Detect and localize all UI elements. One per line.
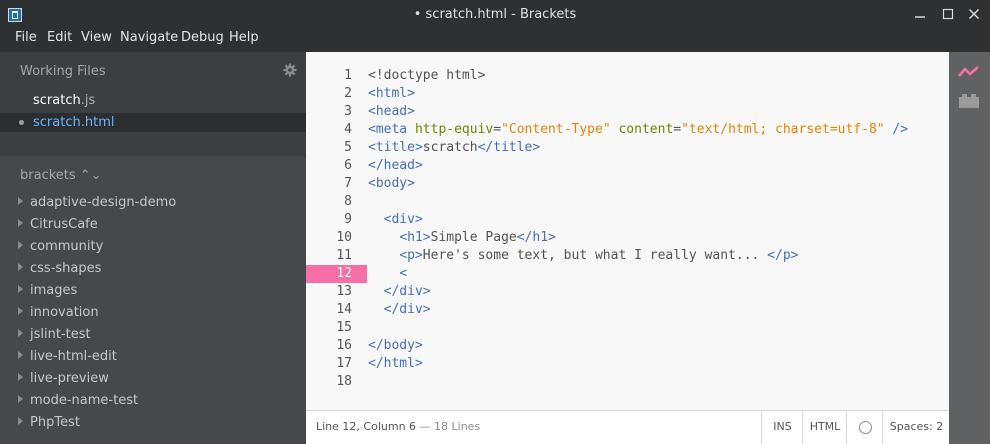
code-line[interactable]: <head>: [368, 103, 415, 121]
tree-folder[interactable]: live-preview: [18, 369, 109, 389]
file-name: scratch.js: [33, 93, 96, 108]
code-line[interactable]: <html>: [368, 85, 415, 103]
menu-bar: File Edit View Navigate Debug Help: [0, 30, 306, 52]
line-number: 3: [344, 104, 352, 119]
unsaved-dot-icon: [19, 120, 24, 125]
line-number: 7: [344, 176, 352, 191]
folder-collapsed-icon: [18, 285, 23, 293]
line-number: 9: [344, 212, 352, 227]
line-number: 13: [336, 284, 352, 299]
line-number: 5: [344, 140, 352, 155]
close-button[interactable]: [962, 4, 986, 26]
line-number: 18: [336, 374, 352, 389]
line-number: 11: [336, 248, 352, 263]
working-files-header: Working Files: [20, 64, 106, 79]
line-number-gutter: 1 2 3 4 5 6 7 8 9 10 11 12 13 14 15 16 17 18: [306, 52, 367, 410]
line-number: 12: [306, 265, 367, 283]
line-number: 6: [344, 158, 352, 173]
code-line[interactable]: <title>scratch</title>: [368, 139, 540, 157]
window-title: • scratch.html - Brackets: [413, 7, 577, 22]
folder-collapsed-icon: [18, 241, 23, 249]
menu-edit[interactable]: Edit: [47, 30, 72, 46]
folder-collapsed-icon: [18, 329, 23, 337]
menu-help[interactable]: Help: [229, 30, 259, 46]
tree-folder[interactable]: community: [18, 237, 103, 257]
menu-bar-filler: [306, 30, 990, 52]
file-name: scratch.html: [33, 115, 115, 130]
tree-folder[interactable]: css-shapes: [18, 259, 101, 279]
menu-debug[interactable]: Debug: [181, 30, 224, 46]
indent-spaces[interactable]: Spaces: 2: [882, 411, 950, 444]
right-toolbar: [949, 52, 990, 444]
code-line[interactable]: <p>Here's some text, but what I really w…: [368, 247, 798, 265]
gear-icon[interactable]: [283, 63, 297, 77]
folder-collapsed-icon: [18, 351, 23, 359]
line-number: 8: [344, 194, 352, 209]
code-line[interactable]: </html>: [368, 355, 423, 373]
line-number: 15: [336, 320, 352, 335]
menu-file[interactable]: File: [15, 30, 37, 46]
working-file-scratch-html[interactable]: scratch.html: [0, 113, 315, 132]
project-dropdown[interactable]: brackets ⌃⌄: [20, 168, 102, 183]
tree-folder[interactable]: mode-name-test: [18, 391, 138, 411]
code-line[interactable]: </div>: [368, 301, 431, 319]
extension-manager-icon[interactable]: [958, 93, 980, 111]
folder-collapsed-icon: [18, 307, 23, 315]
insert-mode-toggle[interactable]: INS: [761, 411, 803, 444]
line-number: 4: [344, 122, 352, 137]
code-editor[interactable]: 1 2 3 4 5 6 7 8 9 10 11 12 13 14 15 16 17 18 <!doctype ht…: [306, 52, 949, 410]
lint-status-icon: [858, 420, 872, 434]
code-line[interactable]: <: [368, 265, 407, 283]
code-line[interactable]: </div>: [368, 283, 431, 301]
line-number: 14: [336, 302, 352, 317]
status-bar: Line 12, Column 6 — 18 Lines INS HTML Sp…: [306, 410, 949, 444]
sidebar: Working Files scratch.js scratch.html br…: [0, 52, 315, 444]
maximize-button[interactable]: [936, 4, 960, 26]
folder-collapsed-icon: [18, 373, 23, 381]
folder-collapsed-icon: [18, 263, 23, 271]
line-number: 2: [344, 86, 352, 101]
folder-collapsed-icon: [18, 219, 23, 227]
tree-folder[interactable]: CitrusCafe: [18, 215, 98, 235]
code-line[interactable]: <h1>Simple Page</h1>: [368, 229, 556, 247]
folder-collapsed-icon: [18, 395, 23, 403]
line-number: 1: [344, 68, 352, 83]
tree-folder[interactable]: live-html-edit: [18, 347, 117, 367]
working-file-scratch-js[interactable]: scratch.js: [0, 91, 316, 110]
code-line[interactable]: <meta http-equiv="Content-Type" content=…: [368, 121, 908, 139]
code-line[interactable]: <body>: [368, 175, 415, 193]
cursor-position[interactable]: Line 12, Column 6 — 18 Lines: [316, 420, 480, 433]
line-count: — 18 Lines: [416, 420, 481, 433]
tree-folder[interactable]: innovation: [18, 303, 99, 323]
menu-navigate[interactable]: Navigate: [120, 30, 178, 46]
tree-folder[interactable]: PhpTest: [18, 413, 80, 433]
tree-folder[interactable]: adaptive-design-demo: [18, 193, 176, 213]
code-line[interactable]: </body>: [368, 337, 423, 355]
code-line[interactable]: <!doctype html>: [368, 67, 485, 85]
live-preview-icon[interactable]: [958, 64, 980, 82]
maximize-icon: [942, 8, 954, 20]
folder-collapsed-icon: [18, 417, 23, 425]
code-line[interactable]: <div>: [368, 211, 423, 229]
language-selector[interactable]: HTML: [802, 411, 847, 444]
menu-view[interactable]: View: [81, 30, 112, 46]
minimize-icon: [915, 16, 925, 18]
tree-folder[interactable]: images: [18, 281, 77, 301]
title-bar: • scratch.html - Brackets: [0, 0, 990, 30]
minimize-button[interactable]: [908, 4, 932, 26]
working-files-panel: Working Files scratch.js scratch.html: [0, 52, 315, 157]
tree-folder[interactable]: jslint-test: [18, 325, 91, 345]
line-number: 17: [336, 356, 352, 371]
line-number: 16: [336, 338, 352, 353]
code-line[interactable]: </head>: [368, 157, 423, 175]
close-icon: [968, 8, 980, 20]
line-number: 10: [336, 230, 352, 245]
folder-collapsed-icon: [18, 197, 23, 205]
linter-status[interactable]: [846, 411, 883, 444]
